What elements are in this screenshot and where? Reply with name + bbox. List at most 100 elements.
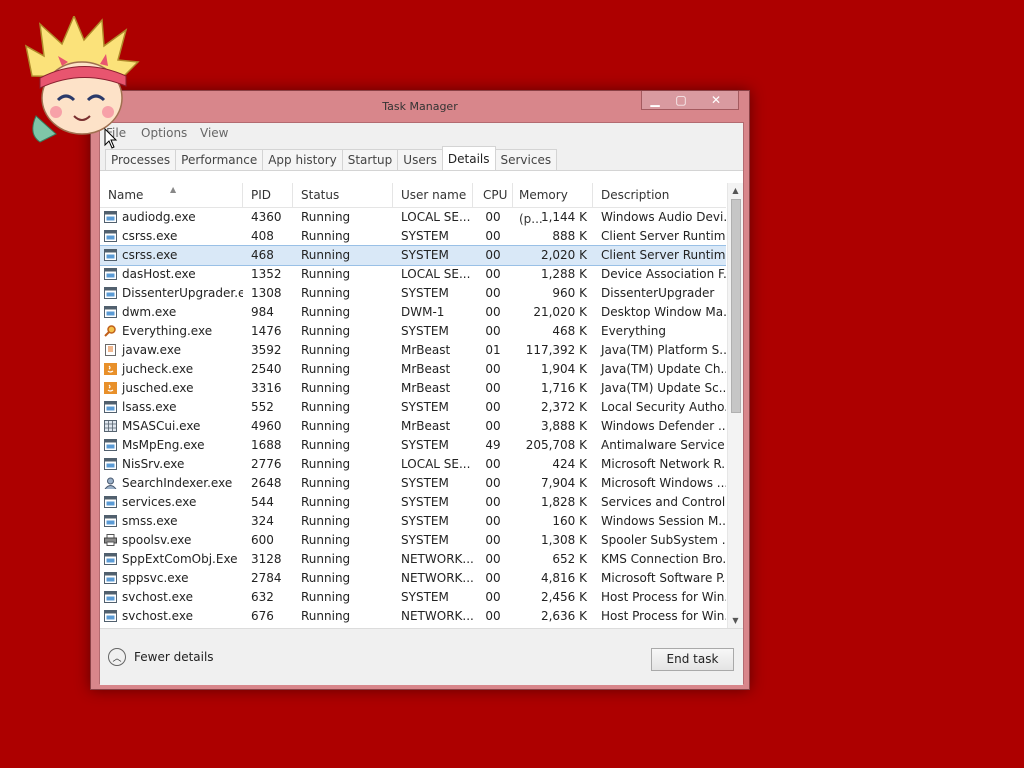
process-user: NETWORK... bbox=[401, 609, 473, 623]
process-description: Windows Defender ... bbox=[601, 419, 726, 433]
table-row[interactable]: spoolsv.exe 600 Running SYSTEM 00 1,308 K Spoo… bbox=[100, 531, 726, 550]
table-row[interactable]: lsass.exe 552 Running SYSTEM 00 2,372 K Local … bbox=[100, 398, 726, 417]
menu-options[interactable]: Options bbox=[141, 126, 187, 140]
process-name: jusched.exe bbox=[122, 381, 194, 395]
process-name: csrss.exe bbox=[122, 248, 178, 262]
table-row[interactable]: MSASCui.exe 4960 Running MrBeast 00 3,888 K Wi… bbox=[100, 417, 726, 436]
table-row[interactable]: sppsvc.exe 2784 Running NETWORK... 00 4,816 K… bbox=[100, 569, 726, 588]
process-pid: 600 bbox=[251, 533, 274, 547]
table-row[interactable]: SppExtComObj.Exe 3128 Running NETWORK... 00 6… bbox=[100, 550, 726, 569]
tab-performance[interactable]: Performance bbox=[175, 149, 264, 172]
menu-view[interactable]: View bbox=[200, 126, 228, 140]
process-memory: 960 K bbox=[552, 286, 587, 300]
process-pid: 2540 bbox=[251, 362, 282, 376]
process-user: MrBeast bbox=[401, 343, 451, 357]
column-header-description[interactable]: Description bbox=[593, 183, 726, 207]
tab-details[interactable]: Details bbox=[441, 146, 496, 173]
sort-ascending-icon: ▲ bbox=[170, 185, 177, 194]
table-row[interactable]: MsMpEng.exe 1688 Running SYSTEM 49 205,708 K A… bbox=[100, 436, 726, 455]
process-name: SearchIndexer.exe bbox=[122, 476, 233, 490]
process-cpu: 00 bbox=[485, 457, 501, 471]
fewer-details-link[interactable]: ︿ Fewer details bbox=[108, 648, 214, 666]
scroll-up-arrow-icon[interactable]: ▲ bbox=[728, 183, 743, 198]
process-name: svchost.exe bbox=[122, 590, 193, 604]
process-status: Running bbox=[301, 571, 351, 585]
table-row[interactable]: svchost.exe 676 Running NETWORK... 00 2,636 K… bbox=[100, 607, 726, 626]
process-description: Microsoft Windows ... bbox=[601, 476, 726, 490]
table-row[interactable]: Everything.exe 1476 Running SYSTEM 00 468 K Ev… bbox=[100, 322, 726, 341]
process-memory: 888 K bbox=[552, 229, 587, 243]
column-header-user[interactable]: User name bbox=[393, 183, 473, 207]
table-row[interactable]: javaw.exe 3592 Running MrBeast 01 117,392 K Ja… bbox=[100, 341, 726, 360]
process-memory: 1,904 K bbox=[540, 362, 587, 376]
tab-startup[interactable]: Startup bbox=[341, 149, 399, 172]
title-bar[interactable]: Task Manager ▁ ▢ ✕ bbox=[91, 91, 749, 121]
tab-users[interactable]: Users bbox=[397, 149, 443, 172]
process-list[interactable]: ▲ Name PID Status User name CPU Memory (… bbox=[100, 183, 726, 628]
process-status: Running bbox=[301, 590, 351, 604]
column-header-cpu[interactable]: CPU bbox=[473, 183, 513, 207]
process-name: spoolsv.exe bbox=[122, 533, 192, 547]
table-row[interactable]: dasHost.exe 1352 Running LOCAL SE... 00 1,288… bbox=[100, 265, 726, 284]
process-cpu: 00 bbox=[485, 495, 501, 509]
table-row[interactable]: NisSrv.exe 2776 Running LOCAL SE... 00 424 K M… bbox=[100, 455, 726, 474]
process-cpu: 00 bbox=[485, 324, 501, 338]
process-user: LOCAL SE... bbox=[401, 210, 471, 224]
process-name: smss.exe bbox=[122, 514, 178, 528]
table-row[interactable]: DissenterUpgrader.exe 1308 Running SYSTEM 00… bbox=[100, 284, 726, 303]
column-header-status[interactable]: Status bbox=[293, 183, 393, 207]
table-row[interactable]: smss.exe 324 Running SYSTEM 00 160 K Windows S… bbox=[100, 512, 726, 531]
process-pid: 544 bbox=[251, 495, 274, 509]
tab-app-history[interactable]: App history bbox=[262, 149, 343, 172]
column-header-memory[interactable]: Memory (p... bbox=[513, 183, 593, 226]
cartoon-character-icon bbox=[24, 16, 140, 143]
process-user: MrBeast bbox=[401, 362, 451, 376]
process-cpu: 00 bbox=[485, 286, 501, 300]
minimize-button[interactable]: ▁ bbox=[642, 91, 668, 109]
process-user: DWM-1 bbox=[401, 305, 445, 319]
table-row[interactable]: services.exe 544 Running SYSTEM 00 1,828 K Ser… bbox=[100, 493, 726, 512]
process-description: Windows Audio Devi... bbox=[601, 210, 726, 224]
table-row[interactable]: svchost.exe 632 Running SYSTEM 00 2,456 K Host… bbox=[100, 588, 726, 607]
tab-processes[interactable]: Processes bbox=[105, 149, 177, 172]
column-header-pid[interactable]: PID bbox=[243, 183, 293, 207]
table-row[interactable]: audiodg.exe 4360 Running LOCAL SE... 00 1,144… bbox=[100, 208, 726, 227]
tab-strip: Processes Performance App history Startup Us… bbox=[105, 146, 558, 173]
maximize-button[interactable]: ▢ bbox=[668, 91, 694, 109]
process-status: Running bbox=[301, 476, 351, 490]
process-name: SppExtComObj.Exe bbox=[122, 552, 238, 566]
column-header-name[interactable]: ▲ Name bbox=[100, 183, 243, 207]
scroll-down-arrow-icon[interactable]: ▼ bbox=[728, 613, 743, 628]
table-row[interactable]: dwm.exe 984 Running DWM-1 00 21,020 K Desktop … bbox=[100, 303, 726, 322]
process-pid: 2776 bbox=[251, 457, 282, 471]
process-user: LOCAL SE... bbox=[401, 457, 471, 471]
vertical-scrollbar[interactable]: ▲ ▼ bbox=[727, 183, 743, 628]
process-cpu: 00 bbox=[485, 590, 501, 604]
table-row[interactable]: csrss.exe 408 Running SYSTEM 00 888 K Client S… bbox=[100, 227, 726, 246]
process-status: Running bbox=[301, 343, 351, 357]
close-button[interactable]: ✕ bbox=[694, 91, 738, 109]
table-row[interactable]: csrss.exe 468 Running SYSTEM 00 2,020 K Client… bbox=[100, 245, 726, 266]
process-status: Running bbox=[301, 362, 351, 376]
scrollbar-thumb[interactable] bbox=[731, 199, 741, 413]
process-description: Spooler SubSystem ... bbox=[601, 533, 726, 547]
window-client-area: File Options View Processes Performance Ap… bbox=[99, 122, 744, 685]
table-row[interactable]: jucheck.exe 2540 Running MrBeast 00 1,904 K Ja… bbox=[100, 360, 726, 379]
process-cpu: 00 bbox=[485, 248, 501, 262]
table-row[interactable]: SearchIndexer.exe 2648 Running SYSTEM 00 7,90… bbox=[100, 474, 726, 493]
task-manager-window: Task Manager ▁ ▢ ✕ File Options View Pro… bbox=[90, 90, 750, 690]
process-description: DissenterUpgrader bbox=[601, 286, 715, 300]
process-name: DissenterUpgrader.exe bbox=[122, 286, 243, 300]
process-pid: 552 bbox=[251, 400, 274, 414]
end-task-button[interactable]: End task bbox=[651, 648, 734, 671]
tab-services[interactable]: Services bbox=[494, 149, 558, 172]
table-row[interactable]: jusched.exe 3316 Running MrBeast 00 1,716 K Ja… bbox=[100, 379, 726, 398]
details-panel: ▲ Name PID Status User name CPU Memory (… bbox=[100, 170, 743, 685]
process-description: Services and Control... bbox=[601, 495, 726, 509]
process-pid: 632 bbox=[251, 590, 274, 604]
process-user: SYSTEM bbox=[401, 324, 449, 338]
process-user: SYSTEM bbox=[401, 286, 449, 300]
process-memory: 2,372 K bbox=[540, 400, 587, 414]
process-cpu: 49 bbox=[485, 438, 501, 452]
process-name: services.exe bbox=[122, 495, 197, 509]
